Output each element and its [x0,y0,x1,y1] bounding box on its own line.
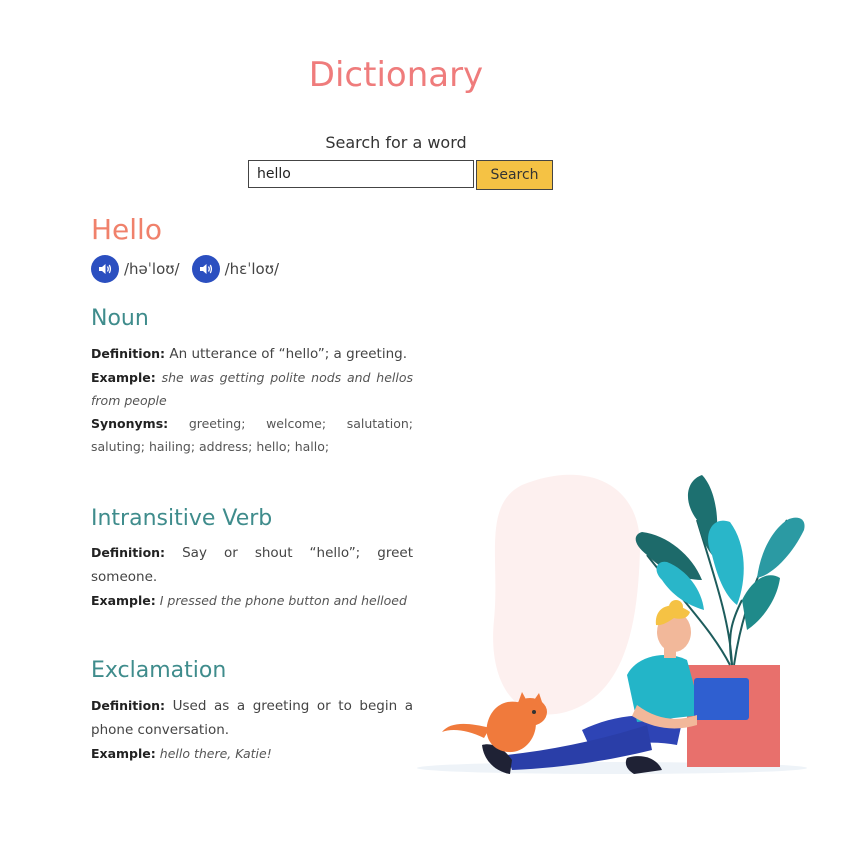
app-title: Dictionary [308,55,484,95]
example-line: Example: hello there, Katie! [91,742,413,765]
phonetics-row: /həˈloʊ/ /hɛˈloʊ/ [91,255,291,283]
definition-line: Definition: An utterance of “hello”; a g… [91,342,413,366]
example-label: Example: [91,593,156,608]
definition-line: Definition: Say or shout “hello”; greet … [91,541,413,589]
definition-label: Definition: [91,346,166,361]
synonyms-label: Synonyms: [91,416,169,431]
phonetic-text-1: /həˈloʊ/ [124,260,180,278]
meaning-intransitive-verb: Definition: Say or shout “hello”; greet … [91,541,413,612]
reading-illustration [417,474,807,774]
speaker-icon [99,264,112,274]
meaning-exclamation: Definition: Used as a greeting or to beg… [91,694,413,765]
word-title: Hello [91,213,162,246]
cat-tail [442,723,490,738]
heading-noun: Noun [91,306,149,331]
cat-eye [532,710,536,714]
example-line: Example: she was getting polite nods and… [91,366,413,412]
heading-exclamation: Exclamation [91,658,227,683]
example-text: I pressed the phone button and helloed [159,593,407,608]
search-prompt: Search for a word [325,133,467,152]
search-bar: Search [248,160,553,190]
search-button[interactable]: Search [476,160,553,190]
background-blob [493,474,641,715]
meaning-noun: Definition: An utterance of “hello”; a g… [91,342,413,458]
leaf [708,520,744,605]
definition-line: Definition: Used as a greeting or to beg… [91,694,413,742]
speaker-icon [199,264,212,274]
definition-label: Definition: [91,698,166,713]
audio-button-2[interactable] [191,255,220,283]
synonyms-line: Synonyms: greeting; welcome; salutation;… [91,412,413,458]
example-label: Example: [91,746,156,761]
leaf [742,575,780,630]
definition-label: Definition: [91,545,166,560]
laptop [694,678,749,720]
leaf [757,517,805,578]
search-input[interactable] [248,160,474,188]
hair-bun [669,600,683,614]
phonetic-text-2: /hɛˈloʊ/ [224,260,280,278]
example-text: hello there, Katie! [159,746,272,761]
example-label: Example: [91,370,156,385]
example-line: Example: I pressed the phone button and … [91,589,413,612]
definition-text: An utterance of “hello”; a greeting. [169,346,408,362]
audio-button-1[interactable] [91,255,119,283]
heading-intransitive-verb: Intransitive Verb [91,506,273,531]
